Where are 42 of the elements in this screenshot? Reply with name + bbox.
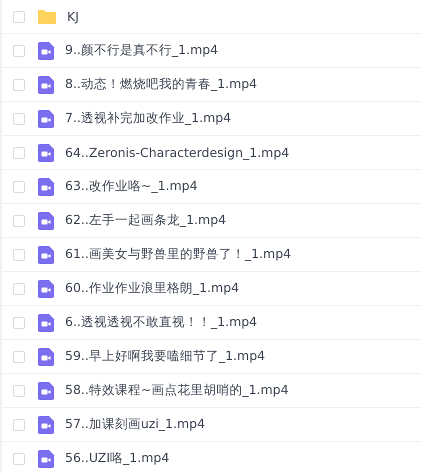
checkbox[interactable] (13, 10, 25, 22)
video-file-icon (38, 110, 54, 128)
checkbox[interactable] (13, 44, 25, 56)
checkbox[interactable] (13, 316, 25, 328)
video-file-icon (38, 246, 54, 264)
checkbox[interactable] (13, 418, 25, 430)
file-name[interactable]: 64..Zeronis-Characterdesign_1.mp4 (65, 145, 290, 160)
file-name[interactable]: 7..透视补完加改作业_1.mp4 (65, 110, 232, 127)
video-file-icon (38, 348, 54, 366)
checkbox[interactable] (13, 282, 25, 294)
checkbox[interactable] (13, 350, 25, 362)
file-name[interactable]: 56..UZI咯_1.mp4 (65, 450, 170, 467)
video-file-icon (38, 212, 54, 230)
file-name[interactable]: KJ (67, 9, 79, 24)
file-name[interactable]: 60..作业作业浪里格朗_1.mp4 (65, 280, 240, 297)
file-name[interactable]: 59..早上好啊我要嗑细节了_1.mp4 (65, 348, 266, 365)
checkbox[interactable] (13, 248, 25, 260)
video-file-icon (38, 76, 54, 94)
checkbox[interactable] (13, 452, 25, 464)
file-name[interactable]: 61..画美女与野兽里的野兽了！_1.mp4 (65, 246, 292, 263)
file-name[interactable]: 6..透视透视不敢直视！！_1.mp4 (65, 314, 258, 331)
file-name[interactable]: 58..特效课程~画点花里胡哨的_1.mp4 (65, 382, 289, 399)
checkbox[interactable] (13, 384, 25, 396)
file-name[interactable]: 8..动态！燃烧吧我的青春_1.mp4 (65, 76, 258, 93)
checkbox[interactable] (13, 146, 25, 158)
file-name[interactable]: 9..颜不行是真不行_1.mp4 (65, 42, 218, 59)
video-file-icon (38, 450, 54, 468)
video-file-icon (38, 178, 54, 196)
video-file-icon (38, 416, 54, 434)
checkbox[interactable] (13, 112, 25, 124)
video-file-icon (38, 280, 54, 298)
video-file-icon (38, 42, 54, 60)
checkbox[interactable] (13, 78, 25, 90)
video-file-icon (38, 382, 54, 400)
file-name[interactable]: 62..左手一起画条龙_1.mp4 (65, 212, 226, 229)
video-file-icon (38, 314, 54, 332)
file-name[interactable]: 57..加课刻画uzi_1.mp4 (65, 416, 206, 433)
checkbox[interactable] (13, 214, 25, 226)
folder-icon (38, 9, 56, 24)
file-name[interactable]: 63..改作业咯~_1.mp4 (65, 178, 198, 195)
checkbox[interactable] (13, 180, 25, 192)
video-file-icon (38, 144, 54, 162)
